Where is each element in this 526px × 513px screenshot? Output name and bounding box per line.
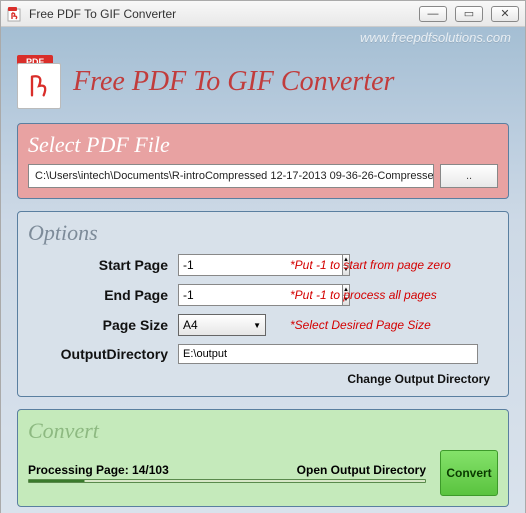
browse-button[interactable]: .. [440, 164, 498, 188]
output-dir-input[interactable]: E:\output [178, 344, 478, 364]
client-area: www.freepdfsolutions.com PDF Free PDF To… [1, 27, 525, 513]
options-title: Options [28, 220, 498, 246]
select-pdf-panel: Select PDF File C:\Users\intech\Document… [17, 123, 509, 199]
page-size-row: Page Size A4 ▼ *Select Desired Page Size [28, 314, 498, 336]
pdf-file-icon: PDF [17, 55, 61, 109]
maximize-button[interactable]: ▭ [455, 6, 483, 22]
top-bar: www.freepdfsolutions.com [11, 27, 515, 51]
progress-bar [28, 479, 426, 483]
chevron-down-icon: ▼ [253, 321, 261, 330]
start-page-row: Start Page ▲▼ *Put -1 to start from page… [28, 254, 498, 276]
window-title: Free PDF To GIF Converter [29, 7, 419, 21]
convert-button[interactable]: Convert [440, 450, 498, 496]
options-panel: Options Start Page ▲▼ *Put -1 to start f… [17, 211, 509, 397]
convert-title: Convert [28, 418, 498, 444]
select-pdf-title: Select PDF File [28, 132, 498, 158]
start-page-label: Start Page [28, 257, 178, 273]
page-size-value: A4 [183, 318, 198, 332]
watermark-url: www.freepdfsolutions.com [360, 30, 511, 45]
banner-title: Free PDF To GIF Converter [73, 66, 394, 98]
pdf-path-input[interactable]: C:\Users\intech\Documents\R-introCompres… [28, 164, 434, 188]
output-dir-row: OutputDirectory E:\output [28, 344, 498, 364]
app-icon [7, 6, 23, 22]
change-output-directory-link[interactable]: Change Output Directory [28, 372, 498, 386]
convert-panel: Convert Processing Page: 14/103 Open Out… [17, 409, 509, 507]
page-size-label: Page Size [28, 317, 178, 333]
processing-status: Processing Page: 14/103 [28, 463, 169, 477]
end-page-row: End Page ▲▼ *Put -1 to process all pages [28, 284, 498, 306]
close-button[interactable]: ✕ [491, 6, 519, 22]
window-buttons: — ▭ ✕ [419, 6, 519, 22]
end-page-label: End Page [28, 287, 178, 303]
start-page-hint: *Put -1 to start from page zero [290, 258, 451, 272]
open-output-directory-link[interactable]: Open Output Directory [297, 463, 426, 477]
title-bar: Free PDF To GIF Converter — ▭ ✕ [1, 1, 525, 27]
output-dir-label: OutputDirectory [28, 346, 178, 362]
page-size-hint: *Select Desired Page Size [290, 318, 431, 332]
minimize-button[interactable]: — [419, 6, 447, 22]
banner: PDF Free PDF To GIF Converter [17, 55, 509, 109]
end-page-hint: *Put -1 to process all pages [290, 288, 437, 302]
page-size-select[interactable]: A4 ▼ [178, 314, 266, 336]
app-window: Free PDF To GIF Converter — ▭ ✕ www.free… [0, 0, 526, 513]
